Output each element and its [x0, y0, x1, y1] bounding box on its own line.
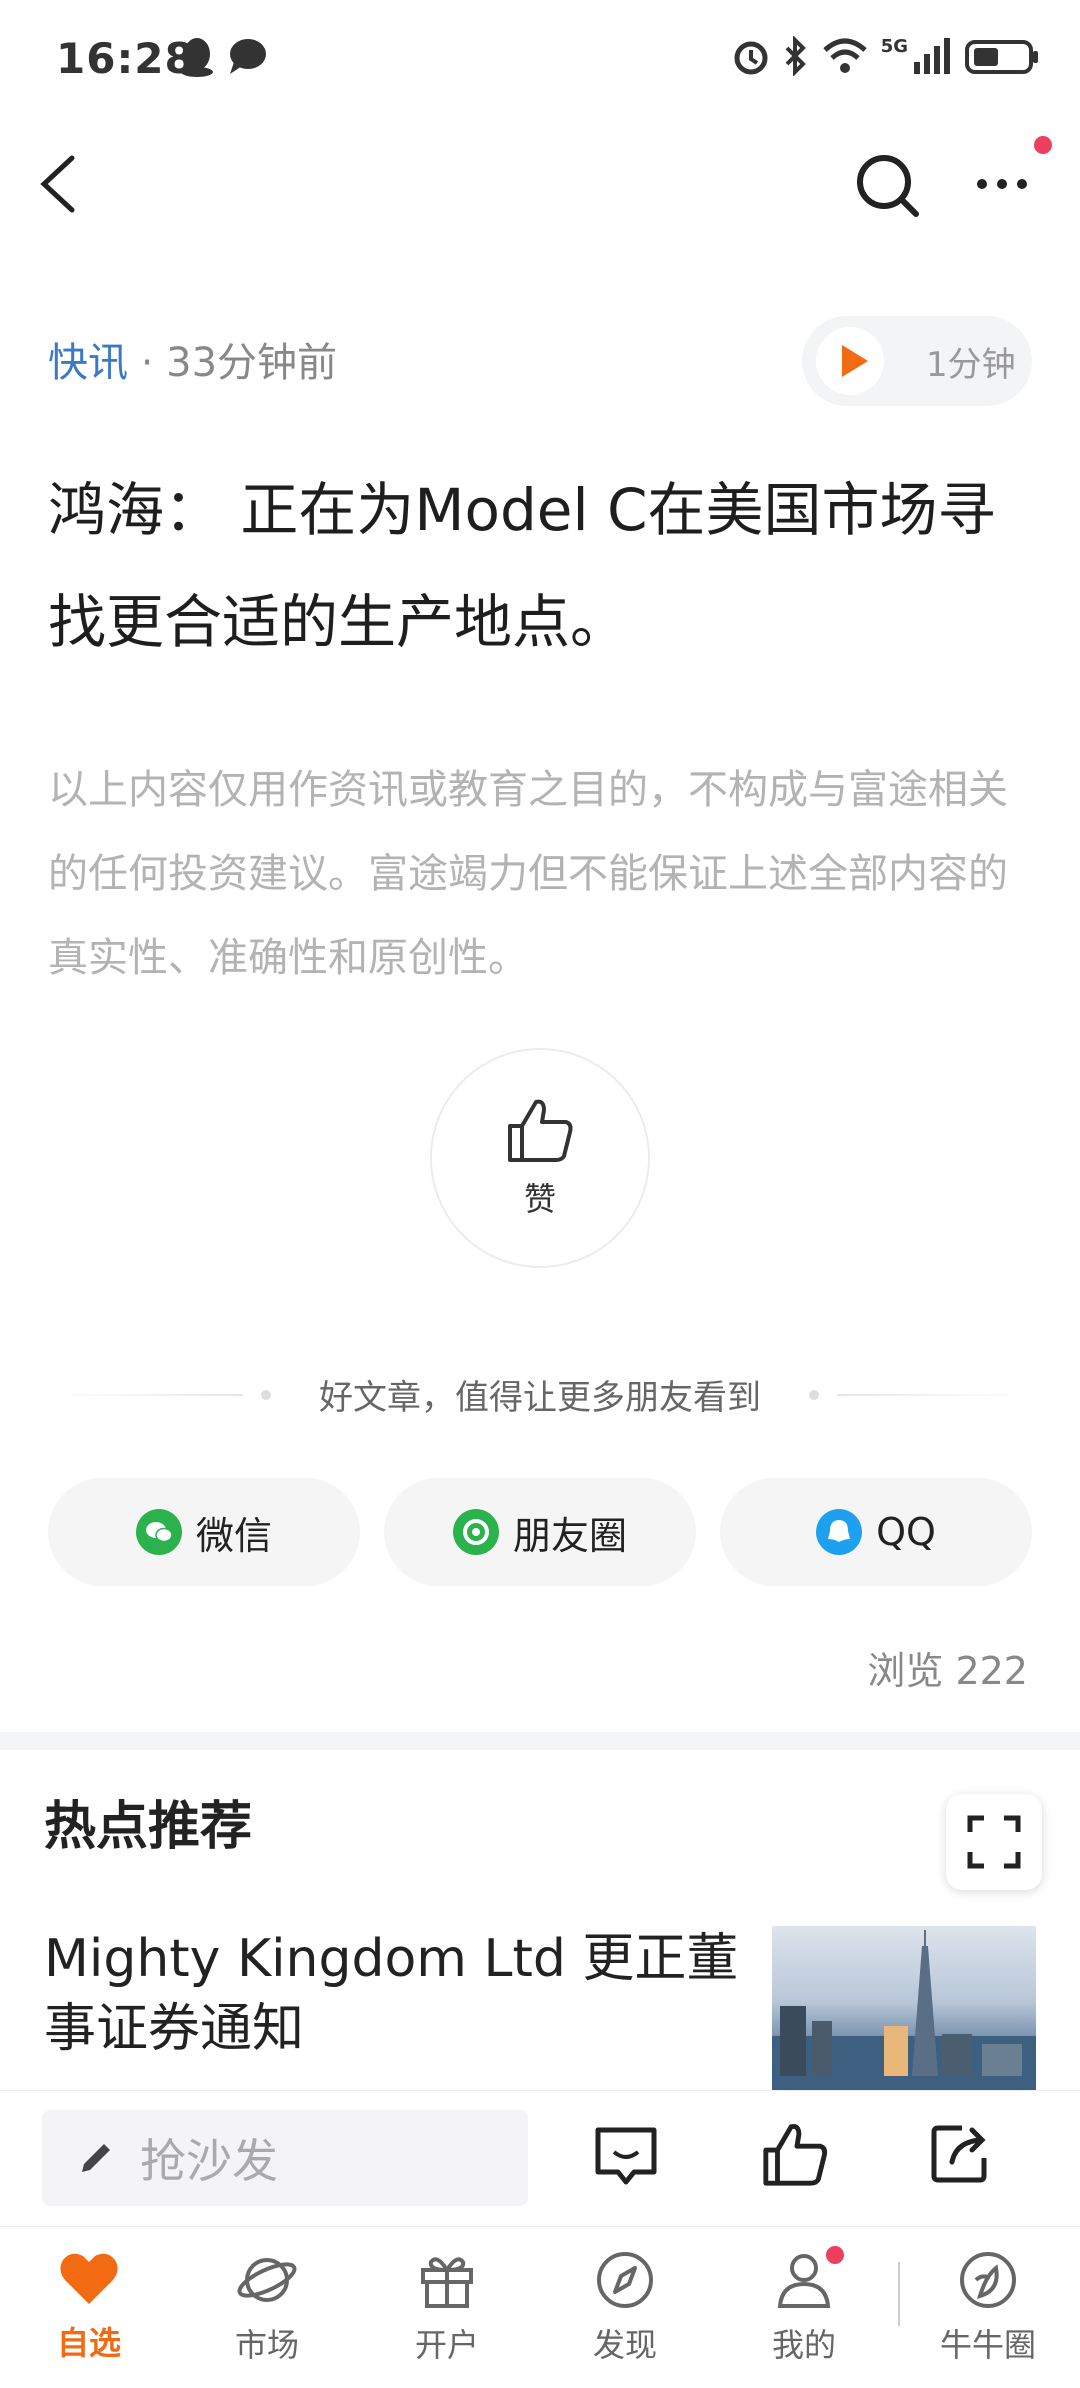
tab-discover[interactable]: 发现: [555, 2250, 695, 2366]
chat-notification-icon: [230, 39, 266, 74]
share-button[interactable]: [928, 2120, 992, 2190]
penguin-notification-icon: [181, 38, 213, 77]
article-title: 鸿海： 正在为Model C在美国市场寻找更合适的生产地点。: [48, 476, 996, 656]
like-label: 赞: [523, 1180, 556, 1218]
tab-niuniu-label: 牛牛圈: [939, 2326, 1036, 2364]
share-icon: [931, 2125, 987, 2183]
tab-open-account[interactable]: 开户: [377, 2250, 517, 2366]
time-ago: · 33分钟前: [140, 340, 338, 386]
wifi-icon: [823, 38, 867, 73]
tab-divider: [898, 2262, 900, 2326]
chevron-left-icon: [40, 155, 75, 213]
share-wechat-button[interactable]: 微信: [48, 1478, 360, 1586]
play-icon: [816, 327, 884, 395]
disclaimer-text: 以上内容仅用作资讯或教育之目的，不构成与富途相关的任何投资建议。富途竭力但不能保…: [48, 767, 1008, 981]
alarm-icon: [734, 41, 768, 75]
signal-icon: [914, 38, 950, 74]
bluetooth-icon: [785, 36, 806, 76]
thumbs-up-icon: [508, 1099, 573, 1162]
more-button[interactable]: [972, 136, 1052, 210]
city-skyline-image: [772, 1930, 1036, 2094]
article-meta: 快讯 · 33分钟前: [48, 330, 337, 388]
like-button[interactable]: 赞: [430, 1048, 650, 1268]
moments-icon: [452, 1509, 499, 1555]
share-qq-label: QQ: [876, 1510, 936, 1554]
wechat-icon: [135, 1509, 182, 1555]
status-time: 16:28: [56, 34, 195, 83]
bottom-like-button[interactable]: [760, 2120, 830, 2192]
comment-input[interactable]: 抢沙发: [42, 2110, 528, 2206]
tab-watchlist[interactable]: 自选: [19, 2250, 159, 2364]
share-prompt: 好文章，值得让更多朋友看到: [60, 1370, 1020, 1419]
fullscreen-icon: [967, 1815, 1021, 1869]
notification-dot: [1034, 136, 1052, 154]
comment-icon: [595, 2127, 657, 2185]
qq-icon: [816, 1509, 863, 1555]
share-wechat-label: 微信: [195, 1513, 272, 1558]
audio-duration: 1分钟: [926, 344, 1016, 385]
niuniu-icon: [960, 2252, 1016, 2308]
tab-market[interactable]: 市场: [197, 2250, 337, 2366]
tab-me[interactable]: 我的: [734, 2246, 874, 2366]
tab-discover-label: 发现: [592, 2326, 657, 2364]
network-type: 5G: [880, 36, 908, 57]
comment-placeholder: 抢沙发: [140, 2134, 278, 2188]
hot-section-title: 热点推荐: [44, 1797, 253, 1857]
search-button[interactable]: [848, 146, 928, 226]
share-moments-button[interactable]: 朋友圈: [384, 1478, 696, 1586]
share-prompt-text: 好文章，值得让更多朋友看到: [319, 1378, 761, 1418]
expand-button[interactable]: [946, 1794, 1042, 1890]
comment-list-button[interactable]: [592, 2124, 660, 2194]
view-count: 浏览 222: [867, 1649, 1028, 1693]
tab-me-label: 我的: [771, 2326, 836, 2364]
hot-news-thumbnail[interactable]: [772, 1926, 1036, 2094]
more-icon: [977, 179, 1027, 189]
gift-icon: [421, 2257, 473, 2308]
tab-watchlist-label: 自选: [56, 2324, 121, 2362]
heart-icon: [60, 2253, 118, 2304]
notification-dot: [826, 2246, 844, 2264]
status-bar: 16:28 5G: [0, 0, 1080, 120]
category-link[interactable]: 快讯: [48, 340, 128, 386]
tab-open-account-label: 开户: [414, 2326, 479, 2364]
planet-icon: [237, 2258, 297, 2302]
audio-play-button[interactable]: 1分钟: [802, 316, 1032, 406]
share-qq-button[interactable]: QQ: [720, 1478, 1032, 1586]
compass-icon: [597, 2252, 653, 2308]
tab-market-label: 市场: [234, 2326, 299, 2364]
battery-icon: [965, 40, 1038, 74]
pencil-icon: [82, 2144, 110, 2172]
tab-niuniu-circle[interactable]: 牛牛圈: [918, 2250, 1058, 2366]
hot-news-title[interactable]: Mighty Kingdom Ltd 更正董事证券通知: [44, 1924, 744, 2064]
back-button[interactable]: [34, 146, 94, 222]
section-divider: [0, 1732, 1080, 1750]
search-icon: [857, 155, 919, 217]
share-moments-label: 朋友圈: [512, 1513, 627, 1558]
thumbs-up-icon: [763, 2124, 828, 2186]
